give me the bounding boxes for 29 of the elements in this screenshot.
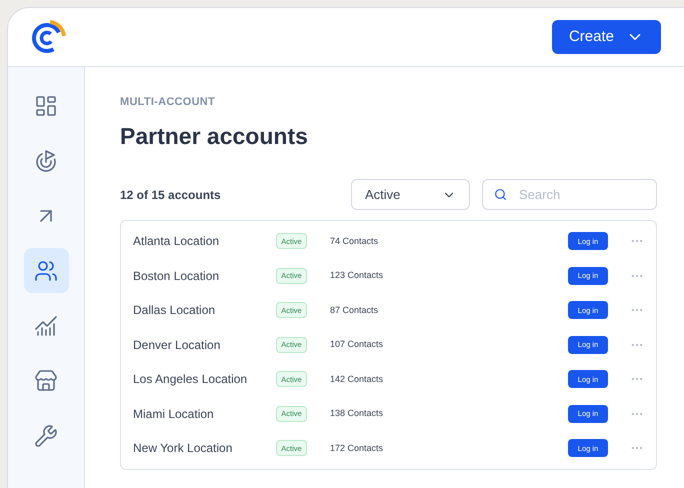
page-title: Partner accounts bbox=[120, 122, 309, 150]
account-name: Atlanta Location bbox=[133, 233, 220, 250]
contacts-count: 87 Contacts bbox=[330, 304, 380, 316]
store-icon bbox=[34, 368, 58, 392]
chart-icon bbox=[34, 314, 58, 338]
target-icon bbox=[34, 148, 58, 172]
account-name: Miami Location bbox=[133, 406, 215, 423]
contacts-count: 123 Contacts bbox=[330, 269, 384, 282]
contacts-count: 74 Contacts bbox=[330, 234, 380, 248]
search-icon bbox=[494, 188, 507, 201]
status-dropdown[interactable]: Active bbox=[351, 179, 470, 210]
account-name: Denver Location bbox=[133, 336, 222, 354]
search-field[interactable]: Search bbox=[482, 179, 657, 210]
account-name: Boston Location bbox=[133, 268, 220, 285]
contacts-count: 142 Contacts bbox=[330, 372, 384, 386]
account-name: New York Location bbox=[133, 440, 234, 458]
users-icon bbox=[34, 258, 58, 282]
account-name: Los Angeles Location bbox=[133, 371, 248, 388]
dashboard-icon bbox=[34, 94, 58, 118]
section-label: MULTI-ACCOUNT bbox=[120, 95, 216, 110]
contacts-count: 107 Contacts bbox=[330, 338, 384, 351]
account-name: Dallas Location bbox=[133, 302, 216, 320]
nav-item[interactable] bbox=[24, 248, 68, 293]
wrench-icon bbox=[34, 424, 58, 448]
contacts-count: 138 Contacts bbox=[330, 407, 384, 420]
create-button[interactable]: Create bbox=[552, 20, 661, 54]
contacts-count: 172 Contacts bbox=[330, 442, 384, 454]
account-count: 12 of 15 accounts bbox=[120, 186, 222, 204]
logo-icon bbox=[30, 19, 66, 55]
